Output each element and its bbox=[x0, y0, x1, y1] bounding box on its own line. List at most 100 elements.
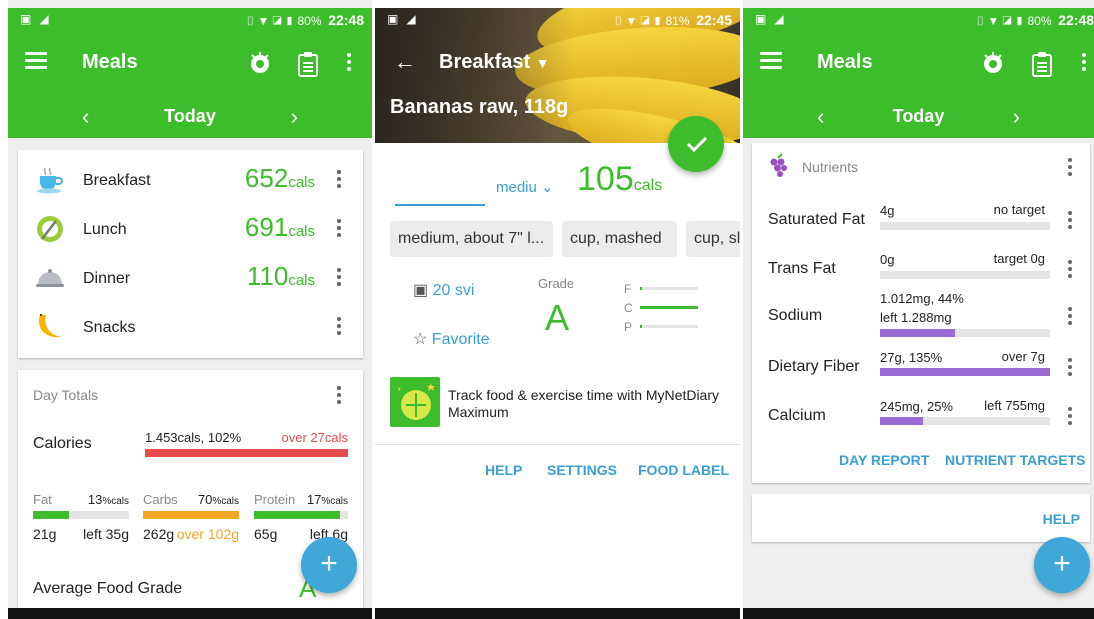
fcp-fill bbox=[640, 325, 643, 328]
day-label[interactable]: Today bbox=[8, 106, 372, 127]
nutrient-target: over 7g bbox=[1001, 349, 1045, 364]
meal-calories: 691cals bbox=[245, 212, 315, 243]
day-label[interactable]: Today bbox=[743, 106, 1094, 127]
grapes-icon bbox=[768, 153, 790, 184]
meal-row-dinner[interactable]: Dinner 110cals bbox=[18, 256, 363, 302]
help-card: HELP bbox=[752, 494, 1090, 542]
day-report-link[interactable]: DAY REPORT bbox=[839, 452, 929, 468]
banana-icon bbox=[34, 311, 66, 343]
serving-chip[interactable]: cup, mashed bbox=[562, 221, 677, 257]
macro-note: over 102g bbox=[176, 526, 239, 542]
status-notification-icons: ▣◢ bbox=[387, 12, 424, 26]
fcp-letter: F bbox=[624, 282, 632, 296]
nutrient-targets-link[interactable]: NUTRIENT TARGETS bbox=[945, 452, 1086, 468]
meals-card: Breakfast 652cals Lunch 691cals Dinner 1… bbox=[18, 150, 363, 358]
clock: 22:48 bbox=[1058, 12, 1094, 28]
day-totals-menu-icon[interactable] bbox=[337, 386, 341, 407]
meal-menu-icon[interactable] bbox=[337, 317, 341, 338]
nutrient-row-saturated-fat[interactable]: Saturated Fat 4g no target bbox=[752, 195, 1090, 243]
nutrient-menu-icon[interactable] bbox=[1068, 307, 1072, 328]
serving-size-select[interactable]: mediu ⌄ bbox=[496, 178, 554, 196]
meal-menu-icon[interactable] bbox=[337, 219, 341, 240]
meal-calories-value: 110 bbox=[246, 261, 289, 291]
meal-selector-label: Breakfast bbox=[439, 51, 531, 73]
confirm-button[interactable] bbox=[668, 116, 724, 172]
fcp-row-carbs: C bbox=[624, 301, 704, 315]
favorite-label: Favorite bbox=[431, 331, 490, 348]
calories-progress-fill bbox=[145, 449, 348, 457]
plate-fork-icon bbox=[34, 213, 66, 245]
calendar-icon: ▣ bbox=[413, 282, 429, 299]
nutrient-row-dietary-fiber[interactable]: Dietary Fiber 27g, 135% over 7g bbox=[752, 342, 1090, 390]
serving-chip[interactable]: cup, sli bbox=[686, 221, 740, 257]
meal-menu-icon[interactable] bbox=[337, 170, 341, 191]
promo-text[interactable]: Track food & exercise time with MyNetDia… bbox=[448, 387, 728, 421]
food-label-link[interactable]: FOOD LABEL bbox=[638, 462, 729, 478]
system-nav-bar bbox=[743, 608, 1094, 619]
overflow-menu-icon[interactable] bbox=[1082, 53, 1086, 74]
nutrients-menu-icon[interactable] bbox=[1068, 158, 1072, 179]
status-right: ⌷ ▼ ◪ ▮ 80% 22:48 bbox=[976, 12, 1094, 28]
nutrient-menu-icon[interactable] bbox=[1068, 211, 1072, 232]
food-calories-unit: cals bbox=[633, 177, 663, 194]
clock: 22:45 bbox=[696, 12, 732, 28]
menu-icon[interactable] bbox=[25, 52, 47, 69]
maximum-promo-icon[interactable] bbox=[390, 377, 440, 427]
macro-pct-unit: %cals bbox=[102, 496, 129, 507]
weight-scale-icon[interactable] bbox=[981, 51, 1005, 81]
chevron-down-icon: ⌄ bbox=[541, 179, 554, 196]
meal-calories-value: 691 bbox=[244, 212, 289, 242]
settings-link[interactable]: SETTINGS bbox=[547, 462, 617, 478]
menu-icon[interactable] bbox=[760, 52, 782, 69]
overflow-menu-icon[interactable] bbox=[347, 53, 351, 74]
meal-name: Snacks bbox=[83, 319, 136, 336]
macro-progress-track bbox=[143, 511, 239, 519]
nutrient-row-sodium[interactable]: Sodium 1.012mg, 44% left 1.288mg bbox=[752, 289, 1090, 341]
nutrient-row-calcium[interactable]: Calcium 245mg, 25% left 755mg bbox=[752, 391, 1090, 439]
system-nav-bar bbox=[375, 608, 740, 619]
cloche-icon bbox=[34, 262, 66, 294]
fcp-track bbox=[640, 306, 698, 309]
serving-chip[interactable]: medium, about 7" l... bbox=[390, 221, 553, 257]
meal-row-lunch[interactable]: Lunch 691cals bbox=[18, 207, 363, 253]
chevron-right-icon[interactable]: › bbox=[291, 104, 298, 130]
nutrient-progress-track bbox=[880, 271, 1050, 279]
clipboard-icon[interactable] bbox=[296, 51, 320, 83]
meal-row-snacks[interactable]: Snacks bbox=[18, 305, 363, 351]
favorite-button[interactable]: ☆ Favorite bbox=[413, 329, 490, 349]
divider bbox=[375, 444, 740, 445]
nutrient-name: Sodium bbox=[768, 307, 823, 324]
nutrient-name: Saturated Fat bbox=[768, 211, 865, 228]
macro-pct-unit: %cals bbox=[212, 496, 239, 507]
nutrient-menu-icon[interactable] bbox=[1068, 407, 1072, 428]
back-arrow-icon[interactable]: ← bbox=[394, 49, 416, 75]
nutrient-value-secondary: left 1.288mg bbox=[880, 310, 952, 325]
add-button[interactable]: + bbox=[1034, 537, 1090, 593]
meal-selector[interactable]: Breakfast ▼ bbox=[439, 51, 550, 74]
page-title: Meals bbox=[82, 51, 138, 73]
weight-scale-icon[interactable] bbox=[248, 51, 272, 81]
fcp-letter: P bbox=[624, 320, 633, 334]
macro-note: left 35g bbox=[83, 526, 129, 542]
chevron-right-icon[interactable]: › bbox=[1013, 104, 1020, 130]
add-button[interactable]: + bbox=[301, 537, 357, 593]
fcp-row-fat: F bbox=[624, 282, 704, 296]
date-button[interactable]: ▣ 20 svi bbox=[413, 280, 474, 300]
fcp-letter: C bbox=[624, 301, 633, 315]
clipboard-icon[interactable] bbox=[1030, 51, 1054, 83]
help-link[interactable]: HELP bbox=[485, 462, 522, 478]
meal-row-breakfast[interactable]: Breakfast 652cals bbox=[18, 158, 363, 204]
nutrient-name: Calcium bbox=[768, 407, 826, 424]
nutrient-value: 27g, 135% bbox=[880, 350, 943, 365]
nutrient-row-trans-fat[interactable]: Trans Fat 0g target 0g bbox=[752, 244, 1090, 292]
meal-calories-unit: cals bbox=[288, 174, 315, 191]
help-link[interactable]: HELP bbox=[1043, 511, 1080, 527]
quantity-input[interactable] bbox=[395, 176, 485, 204]
nutrient-menu-icon[interactable] bbox=[1068, 260, 1072, 281]
status-notification-icons: ▣◢ bbox=[755, 12, 792, 26]
meal-menu-icon[interactable] bbox=[337, 268, 341, 289]
nutrient-name: Trans Fat bbox=[768, 260, 836, 277]
battery-level: 80% bbox=[297, 14, 322, 28]
calories-label: Calories bbox=[33, 435, 92, 452]
nutrient-menu-icon[interactable] bbox=[1068, 358, 1072, 379]
